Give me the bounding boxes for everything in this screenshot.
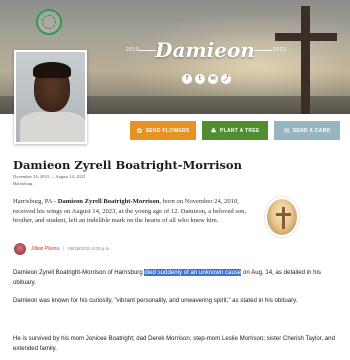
selected-text[interactable]: died suddenly of an unknown cause xyxy=(144,269,242,276)
bio-prefix: Harrisburg, PA - xyxy=(13,198,58,205)
social-share-bar: f t ✉ ⤴ xyxy=(182,74,231,84)
send-card-button[interactable]: ✉ SEND A CARD xyxy=(274,121,340,140)
location: Harrisburg xyxy=(13,181,33,186)
plant-tree-label: PLANT A TREE xyxy=(219,127,260,134)
action-buttons: ✿ SEND FLOWERS ♣ PLANT A TREE ✉ SEND A C… xyxy=(130,121,340,140)
cross-icon xyxy=(301,6,310,114)
publish-date: 08/26/2023 4:00 p.m. xyxy=(68,246,111,251)
send-flowers-button[interactable]: ✿ SEND FLOWERS xyxy=(130,121,196,140)
tree-icon: ♣ xyxy=(210,126,217,135)
p1-text-start: Damieon Zyrell Boatright-Morrison of Har… xyxy=(13,269,145,276)
death-year: 2023 xyxy=(273,47,287,53)
site-logo[interactable] xyxy=(36,9,62,35)
author-separator: | xyxy=(63,246,65,252)
send-flowers-label: SEND FLOWERS xyxy=(145,127,190,134)
hero-name: Damieon xyxy=(155,38,255,62)
page-title: Damieon Zyrell Boatright-Morrison xyxy=(13,158,242,172)
send-card-label: SEND A CARD xyxy=(292,127,331,134)
article-paragraph-3: He is survived by his mom Jonicee Boatri… xyxy=(13,335,335,352)
twitter-icon[interactable]: t xyxy=(195,74,205,84)
portrait-shirt xyxy=(20,112,85,142)
card-icon: ✉ xyxy=(283,126,290,135)
author-name[interactable]: Jillian Pikora xyxy=(31,246,59,252)
memorial-cross-arm xyxy=(276,213,291,216)
birth-year: 2010 xyxy=(126,47,140,53)
share-icon[interactable]: ⤴ xyxy=(221,74,231,84)
author-avatar[interactable] xyxy=(14,243,26,255)
facebook-icon[interactable]: f xyxy=(182,74,192,84)
cross-arm xyxy=(275,33,337,41)
portrait-photo xyxy=(14,50,87,144)
portrait-hair xyxy=(33,62,71,78)
memorial-cross-image xyxy=(265,197,299,237)
bio-name: Damieon Zyrell Boatright-Morrison xyxy=(57,198,160,205)
email-icon[interactable]: ✉ xyxy=(208,74,218,84)
plant-tree-button[interactable]: ♣ PLANT A TREE xyxy=(202,121,268,140)
life-dates: November 24, 2010 — August 14, 2023 xyxy=(13,174,86,179)
obituary-summary: Harrisburg, PA - Damieon Zyrell Boatrigh… xyxy=(13,197,258,226)
logo-ring xyxy=(42,15,56,29)
article-paragraph-1: Damieon Zyrell Boatright-Morrison of Har… xyxy=(13,268,343,287)
memorial-cross-icon xyxy=(282,207,285,229)
flower-icon: ✿ xyxy=(136,126,143,135)
article-paragraph-2: Damieon was known for his curiosity, "vi… xyxy=(13,297,298,304)
